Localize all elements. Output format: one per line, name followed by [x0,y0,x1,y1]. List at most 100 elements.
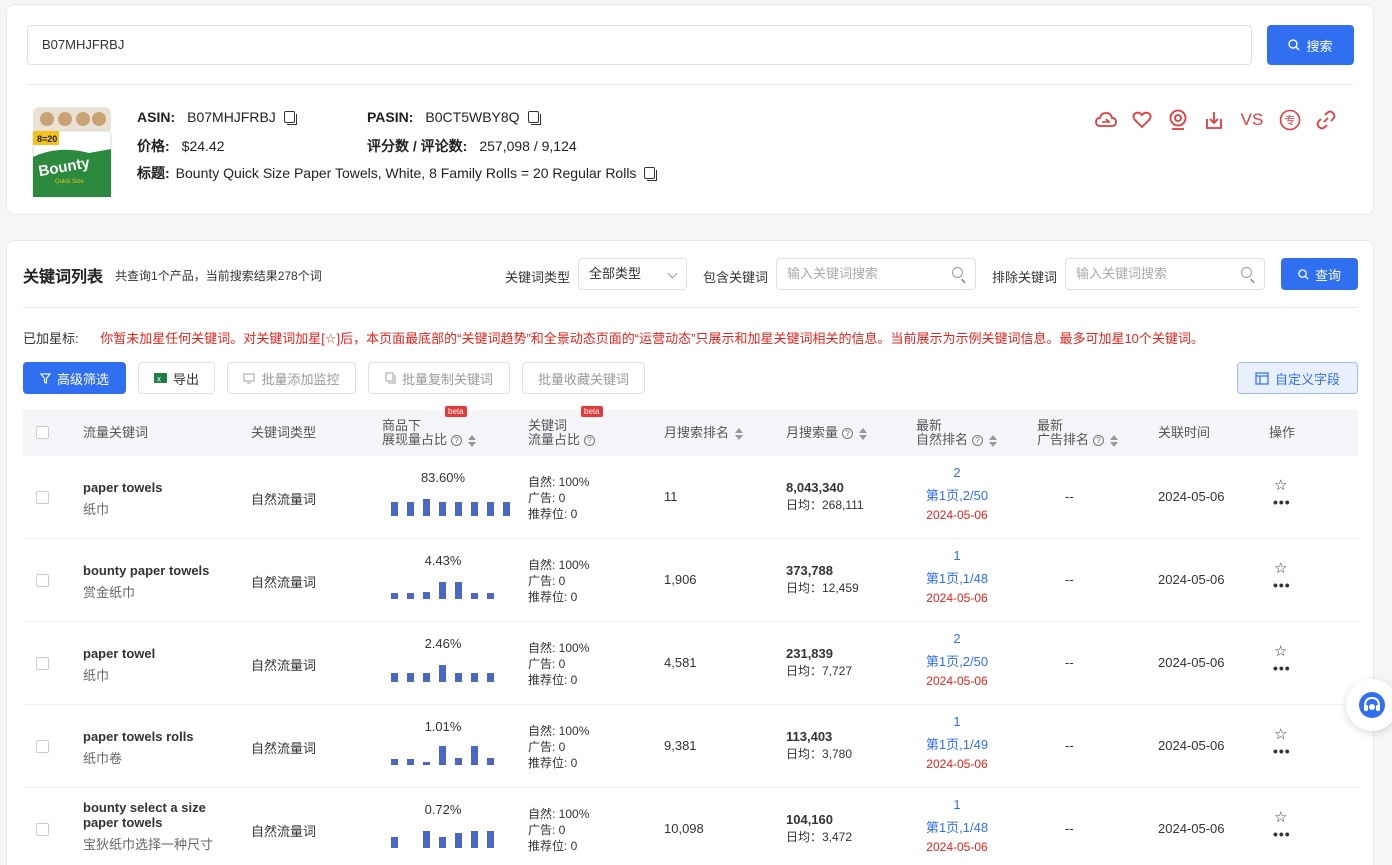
more-icon[interactable]: ••• [1273,577,1291,593]
impression-sparkline [391,577,510,599]
search-button[interactable]: 搜索 [1267,25,1354,65]
traffic-natural: 自然: 100% [528,807,590,821]
advanced-filter-button[interactable]: 高级筛选 [23,362,126,394]
sparkline-bar [487,673,494,682]
sparkline-bar [423,592,430,599]
row-checkbox[interactable] [36,657,49,670]
include-keyword-input[interactable]: 输入关键词搜索 [776,258,976,290]
keyword-text[interactable]: bounty select a size [83,800,213,815]
more-icon[interactable]: ••• [1273,494,1291,510]
natural-rank-page[interactable]: 第1页,1/49 [907,733,1007,756]
asin-search-input[interactable]: B07MHJFRBJ [27,25,1252,65]
traffic-natural: 自然: 100% [528,724,590,738]
query-button[interactable]: 查询 [1281,258,1358,290]
download-icon[interactable] [1203,109,1225,131]
copy-icon[interactable] [644,167,658,181]
keyword-text[interactable]: paper towels [83,480,162,495]
more-icon[interactable]: ••• [1273,743,1291,759]
col-monthly-rank-label: 月搜索排名 [664,425,730,440]
row-checkbox[interactable] [36,740,49,753]
row-checkbox[interactable] [36,823,49,836]
col-natural-rank[interactable]: 最新 自然排名? [916,419,998,447]
sort-icon[interactable] [1110,434,1119,447]
svg-text:8=20: 8=20 [37,134,57,144]
help-icon[interactable]: ? [1093,435,1105,447]
natural-rank-value[interactable]: 1 [907,710,1007,733]
traffic-ad: 广告: 0 [528,574,566,588]
col-ad-rank[interactable]: 最新 广告排名? [1037,419,1119,447]
traffic-share: 自然: 100% 广告: 0 推荐位: 0 [528,474,589,522]
link-icon[interactable] [1315,109,1337,131]
batch-favorite-button[interactable]: 批量收藏关键词 [522,362,645,394]
batch-copy-button[interactable]: 批量复制关键词 [368,362,510,394]
select-all-checkbox[interactable] [36,426,49,439]
keyword-text[interactable]: paper towel [83,646,155,661]
sparkline-bar [391,759,398,765]
natural-rank-date: 2024-05-06 [926,674,988,688]
more-icon[interactable]: ••• [1273,826,1291,842]
monthly-rank: 4,581 [664,655,697,670]
list-header: 关键词列表 共查询1个产品，当前搜索结果278个词 [23,263,322,287]
col-type: 关键词类型 [251,425,317,440]
keyword-translation: 纸巾卷 [83,751,123,766]
sparkline-bar [471,746,478,765]
sort-icon[interactable] [468,434,477,447]
star-icon[interactable]: ☆ [1274,559,1287,577]
natural-rank-page[interactable]: 第1页,2/50 [907,484,1007,507]
star-icon[interactable]: ☆ [1274,725,1287,743]
vs-icon[interactable]: VS [1239,109,1265,131]
natural-rank: 2 第1页,2/50 2024-05-06 [907,627,1007,689]
sort-icon[interactable] [735,427,744,440]
copy-icon[interactable] [527,111,541,125]
natural-rank-value[interactable]: 2 [907,461,1007,484]
svg-text:专: 专 [1285,113,1296,127]
zhuan-icon[interactable]: 专 [1279,109,1301,131]
sort-icon[interactable] [859,427,868,440]
star-icon[interactable]: ☆ [1274,642,1287,660]
keyword-type-select[interactable]: 全部类型 [578,258,687,290]
star-icon[interactable]: ☆ [1274,808,1287,826]
monthly-volume-value: 8,043,340 [786,480,844,495]
monitor-icon[interactable] [1167,109,1189,131]
more-icon[interactable]: ••• [1273,660,1291,676]
exclude-keyword-input[interactable]: 输入关键词搜索 [1065,258,1265,290]
help-icon[interactable]: ? [972,435,984,447]
natural-rank-value[interactable]: 1 [907,793,1007,816]
natural-rank-value[interactable]: 2 [907,627,1007,650]
traffic-ad: 广告: 0 [528,823,566,837]
natural-rank-page[interactable]: 第1页,1/48 [907,567,1007,590]
col-monthly-rank[interactable]: 月搜索排名 [664,425,744,440]
natural-rank-value[interactable]: 1 [907,544,1007,567]
support-chat-button[interactable] [1346,679,1392,731]
help-icon[interactable]: ? [584,435,596,447]
sparkline-bar [439,665,446,682]
batch-favorite-label: 批量收藏关键词 [537,371,629,387]
heart-icon[interactable] [1131,109,1153,131]
monitor-icon [243,372,256,384]
col-impression-share[interactable]: beta 商品下 展现量占比? [382,406,477,447]
keyword-text-line2[interactable]: paper towels [83,815,213,830]
natural-rank-page[interactable]: 第1页,2/50 [907,650,1007,673]
starred-message: 你暂未加星任何关键词。对关键词加星[☆]后，本页面最底部的“关键词趋势”和全景动… [100,331,1204,346]
batch-monitor-button[interactable]: 批量添加监控 [227,362,356,394]
copy-icon[interactable] [283,111,297,125]
help-icon[interactable]: ? [451,435,463,447]
ad-rank: -- [1065,738,1074,753]
natural-rank-page[interactable]: 第1页,1/48 [907,816,1007,839]
cloud-icon[interactable] [1095,109,1117,131]
title-line: 标题: Bounty Quick Size Paper Towels, Whit… [137,163,658,183]
help-icon[interactable]: ? [842,428,854,440]
keyword-text[interactable]: paper towels rolls [83,729,194,744]
keyword-text[interactable]: bounty paper towels [83,563,209,578]
custom-fields-button[interactable]: 自定义字段 [1237,362,1358,394]
traffic-recommended: 推荐位: 0 [528,507,578,521]
row-checkbox[interactable] [36,491,49,504]
export-button[interactable]: x 导出 [138,362,215,394]
monthly-volume: 373,788 日均：12,459 [786,563,859,596]
sort-icon[interactable] [989,434,998,447]
col-keyword: 流量关键词 [83,425,149,440]
star-icon[interactable]: ☆ [1274,476,1287,494]
natural-rank-date: 2024-05-06 [926,840,988,854]
row-checkbox[interactable] [36,574,49,587]
col-monthly-volume[interactable]: 月搜索量? [786,426,868,440]
